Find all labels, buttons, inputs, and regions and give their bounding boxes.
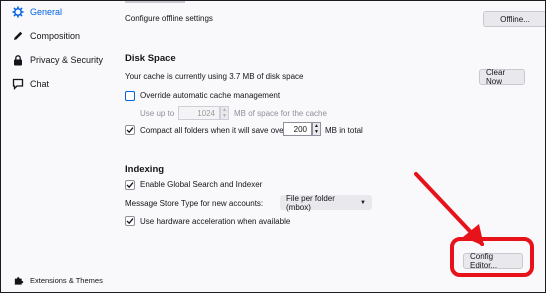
- annotation-highlight-box: [450, 237, 534, 277]
- annotation-arrow: [414, 172, 484, 246]
- annotation-overlay: [414, 172, 534, 277]
